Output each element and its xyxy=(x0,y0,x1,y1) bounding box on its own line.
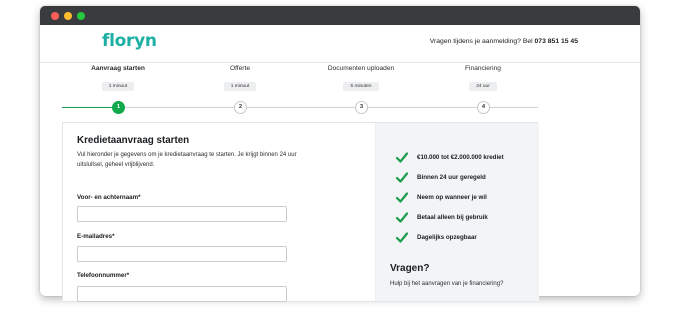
name-input[interactable] xyxy=(77,206,287,222)
email-input[interactable] xyxy=(77,246,287,262)
step-title: Aanvraag starten xyxy=(91,65,145,72)
progress-track-completed xyxy=(62,106,118,109)
step-duration-badge: 1 minuut xyxy=(101,82,135,91)
floryn-logo[interactable]: floryn xyxy=(102,31,157,51)
title-bar xyxy=(40,6,640,25)
step-duration-badge: 1 minuut xyxy=(223,82,257,91)
step-title: Offerte xyxy=(229,65,251,72)
close-window-button[interactable] xyxy=(51,12,59,20)
header-help: Vragen tijdens je aanmelding? Bel 073 85… xyxy=(430,38,578,45)
email-label: E-mailadres* xyxy=(77,233,115,240)
benefits-sidebar: €10.000 tot €2.000.000 krediet Binnen 24… xyxy=(375,123,539,301)
phone-input[interactable] xyxy=(77,286,287,302)
step-duration-badge: 24 uur xyxy=(469,82,497,91)
maximize-window-button[interactable] xyxy=(77,12,85,20)
checkmark-icon xyxy=(396,232,408,243)
name-label: Voor- en achternaam* xyxy=(77,194,141,201)
application-form: Kredietaanvraag starten Vul hieronder je… xyxy=(63,123,375,302)
benefit-text: Dagelijks opzegbaar xyxy=(417,234,477,241)
step-documenten-uploaden: Documenten uploaden 5 minuten xyxy=(301,64,421,92)
form-title: Kredietaanvraag starten xyxy=(77,135,190,146)
checkmark-icon xyxy=(396,152,408,163)
form-description: Vul hieronder je gegevens om je kredieta… xyxy=(77,152,297,168)
benefit-text: Binnen 24 uur geregeld xyxy=(417,174,486,181)
minimize-window-button[interactable] xyxy=(64,12,72,20)
step-circle-1: 1 xyxy=(112,101,125,114)
step-circle-3: 3 xyxy=(355,101,368,114)
phone-label: Telefoonnummer* xyxy=(77,272,130,279)
benefit-text: Betaal alleen bij gebruik xyxy=(417,214,488,221)
site-header: floryn Vragen tijdens je aanmelding? Bel… xyxy=(40,25,640,63)
checkmark-icon xyxy=(396,212,408,223)
checkmark-icon xyxy=(396,172,408,183)
progress-stepper: Aanvraag starten 1 minuut Offerte 1 minu… xyxy=(62,64,538,114)
step-financiering: Financiering 24 uur xyxy=(423,64,543,92)
application-card: Kredietaanvraag starten Vul hieronder je… xyxy=(62,122,539,302)
step-title: Financiering xyxy=(465,65,501,72)
step-title: Documenten uploaden xyxy=(327,65,395,72)
phone-number[interactable]: 073 851 15 45 xyxy=(535,38,578,45)
checkmark-icon xyxy=(396,192,408,203)
questions-title: Vragen? xyxy=(390,263,430,274)
benefit-text: €10.000 tot €2.000.000 krediet xyxy=(417,154,504,161)
help-text: Vragen tijdens je aanmelding? Bel xyxy=(429,38,533,45)
step-circle-2: 2 xyxy=(234,101,247,114)
step-aanvraag-starten: Aanvraag starten 1 minuut xyxy=(58,64,178,92)
step-offerte: Offerte 1 minuut xyxy=(180,64,300,92)
step-circle-4: 4 xyxy=(477,101,490,114)
benefit-text: Neem op wanneer je wil xyxy=(417,194,487,201)
step-duration-badge: 5 minuten xyxy=(343,82,379,91)
questions-text: Hulp bij het aanvragen van je financieri… xyxy=(390,281,504,287)
progress-track xyxy=(62,107,538,108)
